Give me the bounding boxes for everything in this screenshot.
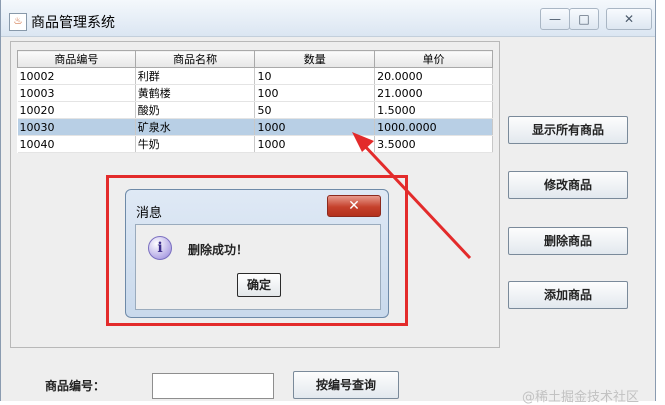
column-header-id[interactable]: 商品编号 [17,50,136,68]
cell-id[interactable]: 10002 [17,67,136,85]
show-all-products-button[interactable]: 显示所有商品 [508,116,628,144]
cell-price[interactable]: 21.0000 [374,84,493,102]
table-row-selected[interactable]: 10030 矿泉水 1000 1000.0000 [17,118,493,136]
window-close-button[interactable]: ✕ [606,8,652,30]
dialog-close-button[interactable]: ✕ [327,195,381,217]
product-id-label: 商品编号： [45,379,106,393]
query-by-id-button[interactable]: 按编号查询 [293,371,399,399]
column-header-price[interactable]: 单价 [374,50,493,68]
cell-price[interactable]: 3.5000 [374,135,493,153]
column-header-name[interactable]: 商品名称 [134,50,256,68]
minimize-button[interactable]: — [540,8,570,30]
dialog-message: 删除成功！ [188,243,249,257]
cell-price[interactable]: 1.5000 [374,101,493,119]
cell-name[interactable]: 牛奶 [135,135,256,153]
info-icon: i [148,236,172,260]
dialog-body: i 删除成功！ 确定 [135,224,381,310]
cell-quantity[interactable]: 50 [254,101,376,119]
title-bar: ♨ 商品管理系统 — □ ✕ [1,0,655,37]
table-row[interactable]: 10002 利群 10 20.0000 [17,67,493,85]
cell-price[interactable]: 20.0000 [374,67,493,85]
delete-product-button[interactable]: 删除商品 [508,227,628,255]
maximize-button[interactable]: □ [569,8,599,30]
cell-price[interactable]: 1000.0000 [374,118,493,136]
cell-id[interactable]: 10003 [17,84,136,102]
product-id-input[interactable] [152,373,274,399]
window-title: 商品管理系统 [31,15,115,31]
cell-id[interactable]: 10040 [17,135,136,153]
cell-name[interactable]: 矿泉水 [135,118,256,136]
cell-quantity[interactable]: 1000 [254,118,376,136]
cell-id[interactable]: 10020 [17,101,136,119]
cell-name[interactable]: 利群 [135,67,256,85]
add-product-button[interactable]: 添加商品 [508,281,628,309]
dialog-title: 消息 [136,206,163,221]
cell-id[interactable]: 10030 [17,118,136,136]
column-header-quantity[interactable]: 数量 [254,50,376,68]
table-row[interactable]: 10040 牛奶 1000 3.5000 [17,135,493,153]
cell-quantity[interactable]: 1000 [254,135,376,153]
java-cup-icon: ♨ [9,13,27,31]
message-dialog: 消息 ✕ i 删除成功！ 确定 [125,189,389,318]
table-row[interactable]: 10003 黄鹤楼 100 21.0000 [17,84,493,102]
cell-quantity[interactable]: 10 [254,67,376,85]
product-table: 商品编号 商品名称 数量 单价 10002 利群 10 20.0000 1000… [17,50,493,153]
cell-quantity[interactable]: 100 [254,84,376,102]
cell-name[interactable]: 酸奶 [135,101,256,119]
table-header: 商品编号 商品名称 数量 单价 [17,50,493,68]
cell-name[interactable]: 黄鹤楼 [135,84,256,102]
ok-button[interactable]: 确定 [237,273,281,297]
modify-product-button[interactable]: 修改商品 [508,171,628,199]
table-row[interactable]: 10020 酸奶 50 1.5000 [17,101,493,119]
watermark: @稀土掘金技术社区 [522,390,640,405]
